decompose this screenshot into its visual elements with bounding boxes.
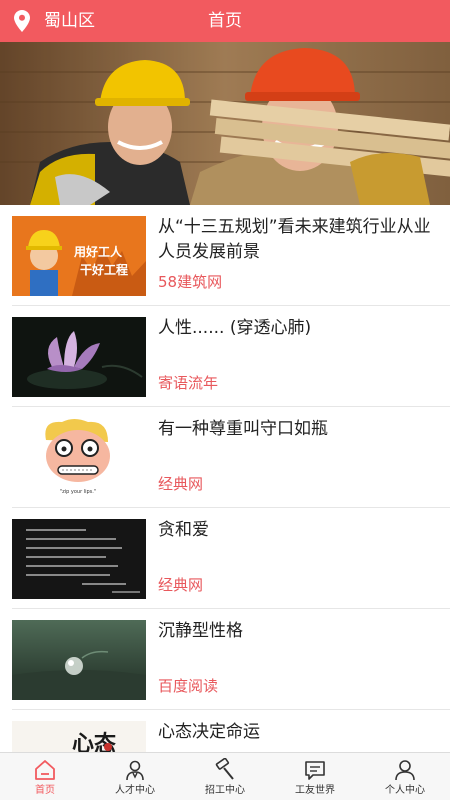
article-item[interactable]: 用好工人 干好工程 从“十三五规划”看未来建筑行业从业人员发展前景 58建筑网 xyxy=(0,205,450,306)
article-item[interactable]: 心态 心态决定命运 xyxy=(0,710,450,752)
article-list: 用好工人 干好工程 从“十三五规划”看未来建筑行业从业人员发展前景 58建筑网 … xyxy=(0,205,450,752)
thumb-text-1: 用好工人 xyxy=(73,244,123,259)
home-icon xyxy=(35,760,55,780)
article-title: 贪和爱 xyxy=(158,520,209,540)
top-header: 蜀山区 首页 xyxy=(0,0,450,42)
calligraphy-thumbnail: 心态 xyxy=(12,721,146,752)
bottom-tab-bar: 首页 人才中心 招工中心 工友世界 个人中心 xyxy=(0,752,450,800)
article-source: 经典网 xyxy=(158,576,204,594)
article-thumbnail xyxy=(12,620,146,700)
article-title: 沉静型性格 xyxy=(158,621,243,641)
talent-person-icon xyxy=(126,760,144,781)
tab-label: 工友世界 xyxy=(295,785,335,796)
article-item[interactable]: 人性...... (穿透心肺) 寄语流年 xyxy=(0,306,450,407)
article-thumbnail xyxy=(12,519,146,599)
article-title: 有一种尊重叫守口如瓶 xyxy=(158,419,328,439)
tab-talent-center[interactable]: 人才中心 xyxy=(90,753,180,800)
article-thumbnail: 用好工人 干好工程 xyxy=(12,216,146,296)
construction-workers-photo xyxy=(0,42,450,205)
article-title: 人性...... (穿透心肺) xyxy=(158,318,312,338)
thumb-caption: "zip your lips." xyxy=(60,489,96,495)
water-drop-thumbnail xyxy=(12,620,146,700)
article-thumbnail: "zip your lips." xyxy=(12,418,146,498)
banner-image[interactable] xyxy=(0,42,450,205)
article-source: 百度阅读 xyxy=(158,677,219,695)
zipped-mouth-cartoon-thumbnail: "zip your lips." xyxy=(12,418,146,498)
tab-home[interactable]: 首页 xyxy=(0,753,90,800)
tab-personal-center[interactable]: 个人中心 xyxy=(360,753,450,800)
article-thumbnail: 心态 xyxy=(12,721,146,752)
tab-label: 招工中心 xyxy=(205,785,245,796)
article-thumbnail xyxy=(12,317,146,397)
chat-bubble-icon xyxy=(305,761,325,780)
lotus-flower-thumbnail xyxy=(12,317,146,397)
worker-cartoon-thumbnail: 用好工人 干好工程 xyxy=(12,216,146,296)
tab-label: 人才中心 xyxy=(115,785,155,796)
dark-text-poster-thumbnail xyxy=(12,519,146,599)
tab-label: 首页 xyxy=(35,785,55,796)
article-item[interactable]: 沉静型性格 百度阅读 xyxy=(0,609,450,710)
article-source: 寄语流年 xyxy=(158,374,219,392)
article-title: 从“十三五规划”看未来建筑行业从业人员发展前景 xyxy=(158,217,431,262)
article-item[interactable]: 贪和爱 经典网 xyxy=(0,508,450,609)
tab-hiring-center[interactable]: 招工中心 xyxy=(180,753,270,800)
user-profile-icon xyxy=(395,760,415,781)
hammer-tool-icon xyxy=(215,758,234,780)
article-source: 58建筑网 xyxy=(158,273,223,291)
article-source: 经典网 xyxy=(158,475,204,493)
page-title: 首页 xyxy=(208,11,242,31)
article-title: 心态决定命运 xyxy=(158,722,260,742)
tab-workmate-world[interactable]: 工友世界 xyxy=(270,753,360,800)
tab-label: 个人中心 xyxy=(385,785,425,796)
article-item[interactable]: "zip your lips." 有一种尊重叫守口如瓶 经典网 xyxy=(0,407,450,508)
thumb-text-2: 干好工程 xyxy=(80,262,128,277)
